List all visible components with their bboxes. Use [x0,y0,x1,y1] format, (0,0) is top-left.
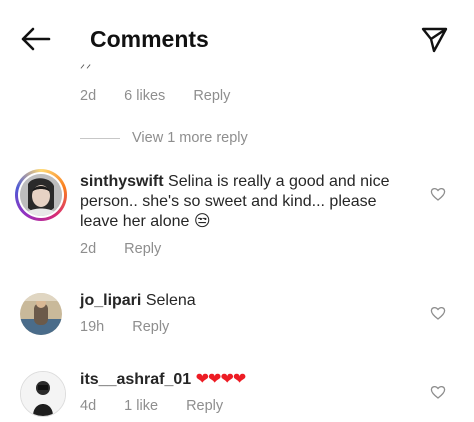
comment-text: Selena [145,292,196,309]
divider [80,137,120,139]
comment-username[interactable]: jo_lipari [80,292,141,309]
likes-count[interactable]: 6 likes [124,88,165,104]
like-heart-icon[interactable] [430,305,446,321]
view-more-label: View 1 more reply [132,130,248,146]
likes-count[interactable]: 1 like [124,398,158,414]
comment-meta: 4d 1 like Reply [80,396,223,416]
comment-username[interactable]: its__ashraf_01 [80,371,191,388]
reply-button[interactable]: Reply [124,241,161,257]
like-heart-icon[interactable] [430,186,446,202]
reply-button[interactable]: Reply [132,319,169,335]
avatar[interactable] [20,293,62,335]
avatar[interactable] [20,174,62,216]
header: Comments [0,0,474,72]
comment-meta: 19h Reply [80,317,169,337]
comment-meta: 2d Reply [80,239,161,259]
view-more-replies[interactable]: View 1 more reply [80,128,248,148]
like-heart-icon[interactable] [430,384,446,400]
reply-button[interactable]: Reply [193,88,230,104]
emoji: 😒 [193,213,211,230]
reply-button[interactable]: Reply [186,398,223,414]
story-ring[interactable] [15,169,67,221]
comment-username[interactable]: sinthyswift [80,173,164,190]
comment-time: 19h [80,319,105,335]
partial-comment-text: ᐟᐟ [80,62,93,76]
comment-time: 4d [80,398,97,414]
comment-meta: 2d 6 likes Reply [80,86,230,106]
back-arrow-icon[interactable] [18,24,52,54]
avatar[interactable] [20,371,66,417]
comment-text: ❤❤❤❤ [195,371,247,388]
comment-body: sinthyswift Selina is really a good and … [80,172,410,232]
comment-time: 2d [80,88,97,104]
page-title: Comments [90,26,209,52]
comment-body: jo_lipari Selena [80,291,196,311]
send-icon[interactable] [419,24,449,54]
comment-time: 2d [80,241,97,257]
comment-body: its__ashraf_01 ❤❤❤❤ [80,370,247,390]
